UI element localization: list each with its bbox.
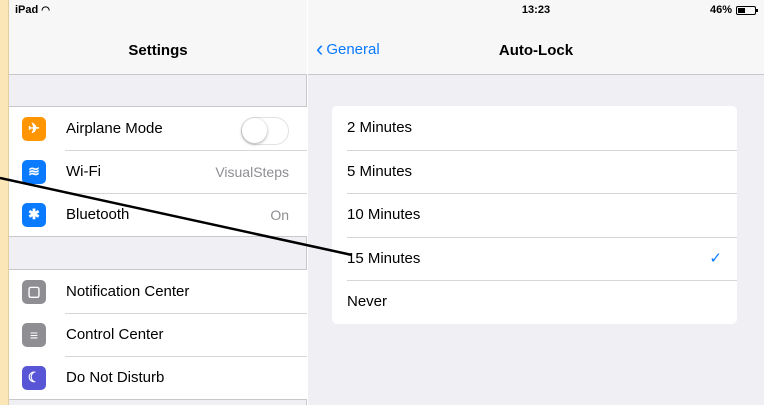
- wifi-icon: ≋: [22, 159, 46, 184]
- row-value: On: [270, 206, 289, 223]
- page-title: Auto-Lock: [498, 42, 574, 59]
- detail-header: 13:23 46% ‹ General Auto-Lock: [308, 0, 764, 75]
- notification-center-icon: ▢: [22, 279, 46, 304]
- row-value: VisualSteps: [215, 163, 289, 180]
- auto-lock-option[interactable]: 2 Minutes: [332, 106, 737, 150]
- row-do-not-disturb[interactable]: ☾ Do Not Disturb: [9, 356, 307, 399]
- row-notification-center[interactable]: ▢ Notification Center: [9, 270, 307, 313]
- sidebar-title: Settings: [128, 42, 188, 59]
- checkmark-icon: ✓: [709, 250, 722, 268]
- annotation-strip: [0, 0, 9, 405]
- row-label: Control Center: [66, 326, 164, 343]
- airplane-mode-toggle[interactable]: [241, 117, 289, 145]
- row-bluetooth[interactable]: ✱ Bluetooth On: [9, 193, 307, 236]
- auto-lock-option[interactable]: 5 Minutes: [332, 149, 737, 194]
- airplane-icon: ✈: [22, 116, 46, 141]
- option-label: 10 Minutes: [347, 206, 421, 224]
- auto-lock-option[interactable]: 10 Minutes: [332, 193, 737, 237]
- status-device: iPad ◠: [15, 4, 50, 16]
- row-label: Do Not Disturb: [66, 369, 165, 386]
- status-battery: 46%: [709, 4, 758, 16]
- row-label: Airplane Mode: [66, 120, 163, 137]
- battery-icon: [736, 5, 758, 15]
- row-airplane-mode[interactable]: ✈ Airplane Mode: [9, 107, 307, 150]
- bluetooth-icon: ✱: [22, 202, 46, 227]
- option-label: Never: [347, 293, 388, 311]
- option-label: 5 Minutes: [347, 162, 413, 180]
- detail-pane: 13:23 46% ‹ General Auto-Lock 2 Minutes 5…: [308, 0, 764, 405]
- row-label: Notification Center: [66, 283, 190, 300]
- device-label: iPad: [15, 4, 39, 16]
- settings-group-system: ▢ Notification Center ≡ Control Center ☾ Do N…: [9, 269, 307, 400]
- settings-group-connectivity: ✈ Airplane Mode ≋ Wi-Fi VisualSteps ✱ Bluetoot…: [9, 106, 307, 237]
- row-control-center[interactable]: ≡ Control Center: [9, 313, 307, 356]
- option-label: 15 Minutes: [347, 249, 421, 267]
- control-center-icon: ≡: [22, 322, 46, 347]
- wifi-status-icon: ◠: [41, 5, 50, 16]
- toggle-knob: [242, 118, 267, 143]
- row-label: Wi-Fi: [66, 163, 101, 180]
- auto-lock-option[interactable]: 15 Minutes ✓: [332, 236, 737, 281]
- row-label: Bluetooth: [66, 206, 130, 223]
- battery-percent: 46%: [709, 4, 732, 16]
- settings-sidebar: iPad ◠ Settings ✈ Airplane Mode ≋ Wi-Fi Visua…: [9, 0, 307, 405]
- do-not-disturb-icon: ☾: [22, 365, 46, 390]
- status-time: 13:23: [521, 4, 551, 16]
- sidebar-header: iPad ◠ Settings: [9, 0, 307, 75]
- auto-lock-options: 2 Minutes 5 Minutes 10 Minutes 15 Minutes ✓ N…: [332, 106, 737, 324]
- auto-lock-option[interactable]: Never: [332, 280, 737, 324]
- option-label: 2 Minutes: [347, 119, 413, 137]
- row-wifi[interactable]: ≋ Wi-Fi VisualSteps: [9, 150, 307, 193]
